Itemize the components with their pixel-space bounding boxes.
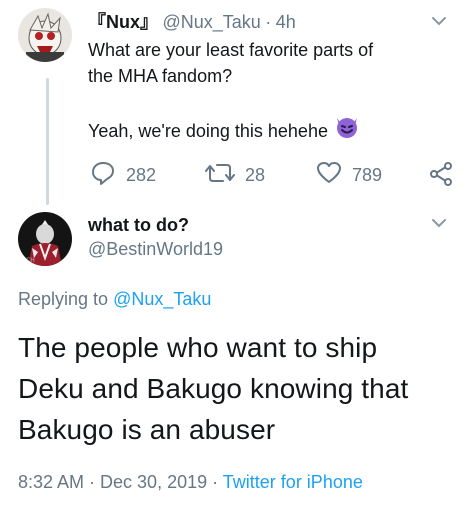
- like-action[interactable]: 789: [316, 160, 382, 191]
- share-icon[interactable]: [428, 161, 454, 192]
- reply-text-line: Bakugo is an abuser: [18, 414, 276, 445]
- replying-to: Replying to @Nux_Taku: [18, 289, 211, 310]
- more-options-icon[interactable]: [430, 12, 448, 35]
- retweet-action[interactable]: 28: [205, 160, 265, 191]
- heart-icon: [316, 160, 352, 191]
- chevron-down-icon[interactable]: [430, 214, 448, 237]
- original-header: 『Nux』 @Nux_Taku · 4h: [88, 8, 296, 34]
- original-text-line: the MHA fandom?: [88, 66, 233, 86]
- reply-tweet-text: The people who want to ship Deku and Bak…: [18, 327, 463, 450]
- original-time[interactable]: 4h: [276, 12, 296, 32]
- replying-to-handle[interactable]: @Nux_Taku: [113, 289, 211, 309]
- original-display-name[interactable]: 『Nux』: [88, 12, 158, 32]
- like-count: 789: [352, 165, 383, 185]
- reply-handle[interactable]: @BestinWorld19: [88, 239, 223, 260]
- timestamp[interactable]: 8:32 AM · Dec 30, 2019 ·: [18, 472, 218, 492]
- replying-to-prefix: Replying to: [18, 289, 109, 309]
- reply-text-line: Deku and Bakugo knowing that: [18, 373, 409, 404]
- reply-count: 282: [126, 165, 157, 185]
- reply-text-line: The people who want to ship: [18, 332, 378, 363]
- thread-line: [46, 78, 49, 205]
- tweet-meta: 8:32 AM · Dec 30, 2019 · Twitter for iPh…: [18, 472, 363, 493]
- avatar-bestinworld[interactable]: CH: [18, 212, 72, 266]
- reply-icon: [90, 160, 126, 191]
- original-tweet-text: What are your least favorite parts of th…: [88, 37, 458, 146]
- svg-text:CH: CH: [26, 257, 35, 264]
- retweet-count: 28: [245, 165, 266, 185]
- separator-dot: ·: [265, 12, 272, 32]
- reply-action[interactable]: 282: [90, 160, 156, 191]
- retweet-icon: [205, 160, 245, 191]
- client-link[interactable]: Twitter for iPhone: [223, 472, 363, 492]
- original-handle[interactable]: @Nux_Taku: [162, 12, 260, 32]
- smiling-devil-emoji: [334, 115, 360, 146]
- avatar-nux[interactable]: [18, 8, 72, 62]
- original-text-line: Yeah, we're doing this hehehe: [88, 115, 458, 146]
- reply-display-name[interactable]: what to do?: [88, 215, 223, 236]
- reply-header: what to do? @BestinWorld19: [88, 215, 223, 260]
- original-text-line: What are your least favorite parts of: [88, 40, 374, 60]
